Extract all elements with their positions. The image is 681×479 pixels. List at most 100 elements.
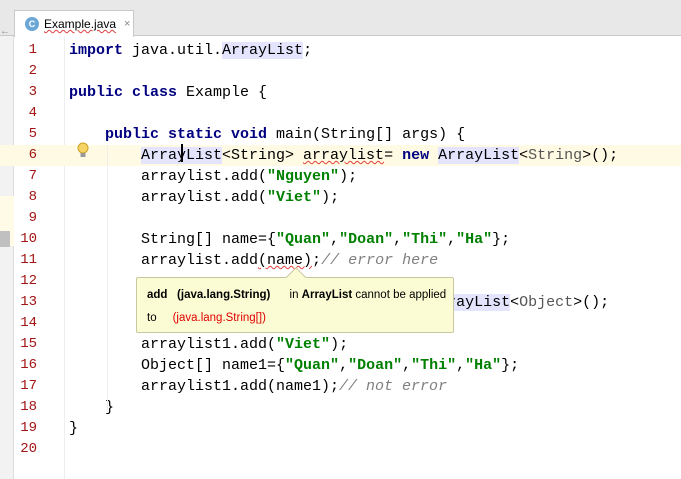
code-token: ); <box>321 189 340 206</box>
line-number: 7 <box>28 168 37 184</box>
line-number: 11 <box>20 252 37 268</box>
tooltip-message: cannot be applied <box>355 289 447 301</box>
code-token: "Quan" <box>276 231 331 248</box>
code-token: "Quan" <box>285 357 340 374</box>
close-tab-icon[interactable]: × <box>124 18 130 30</box>
code-token: arraylist <box>303 147 385 164</box>
code-token: >(); <box>582 147 619 164</box>
code-token: main(String[] args) { <box>267 126 466 143</box>
indent-guide <box>107 145 108 410</box>
code-text: ArrayList<String> arraylist= new ArrayLi… <box>69 145 618 166</box>
code-line[interactable]: 11 arraylist.add(name);// error here <box>0 250 681 271</box>
code-line[interactable]: 16 Object[] name1={"Quan","Doan","Thi","… <box>0 355 681 376</box>
code-text: public static void main(String[] args) { <box>69 124 465 145</box>
line-number: 13 <box>20 294 37 310</box>
code-token: "Ha" <box>456 231 493 248</box>
java-class-icon: C <box>25 17 39 31</box>
code-token: ArrayList <box>222 42 304 59</box>
code-token: "Ha" <box>465 357 502 374</box>
code-token: , <box>402 357 412 374</box>
code-token: , <box>330 231 340 248</box>
code-token: "Viet" <box>276 336 331 353</box>
code-line[interactable]: 10 String[] name={"Quan","Doan","Thi","H… <box>0 229 681 250</box>
code-token: < <box>510 294 520 311</box>
code-line[interactable]: 20 <box>0 439 681 460</box>
line-number: 5 <box>28 126 37 142</box>
line-number: 1 <box>28 42 37 58</box>
code-token: <String> <box>222 147 304 164</box>
code-token: // error here <box>321 252 439 269</box>
text-caret <box>181 144 183 162</box>
code-token: }; <box>501 357 520 374</box>
code-line[interactable]: 6 ArrayList<String> arraylist= new Array… <box>0 145 681 166</box>
code-text: } <box>69 418 78 439</box>
code-token: }; <box>492 231 511 248</box>
code-token: "Thi" <box>411 357 457 374</box>
code-token: String <box>528 147 583 164</box>
tab-title: Example.java <box>44 17 117 31</box>
code-token: ArrayList <box>438 147 520 164</box>
code-line[interactable]: 3 public class Example { <box>0 82 681 103</box>
code-line[interactable]: 4 <box>0 103 681 124</box>
code-text: public class Example { <box>69 82 267 103</box>
code-line[interactable]: 8 arraylist.add("Viet"); <box>0 187 681 208</box>
code-token: } <box>69 420 79 437</box>
tooltip-in: in <box>289 289 299 301</box>
code-line[interactable]: 18 } <box>0 397 681 418</box>
code-line[interactable]: 5 public static void main(String[] args)… <box>0 124 681 145</box>
line-number: 17 <box>20 378 37 394</box>
code-token: = <box>384 147 403 164</box>
code-token: arraylist1.add(name1); <box>69 378 340 395</box>
code-line[interactable]: 1 import java.util.ArrayList; <box>0 40 681 61</box>
code-token: arraylist.add( <box>69 168 268 185</box>
line-number: 19 <box>20 420 37 436</box>
code-text: arraylist1.add("Viet"); <box>69 334 348 355</box>
code-token: java.util. <box>123 42 223 59</box>
line-number: 3 <box>28 84 37 100</box>
line-number: 2 <box>28 63 37 79</box>
code-line[interactable]: 7 arraylist.add("Nguyen"); <box>0 166 681 187</box>
line-number: 4 <box>28 105 37 121</box>
code-token: Object[] name1={ <box>69 357 286 374</box>
code-line[interactable]: 15 arraylist1.add("Viet"); <box>0 334 681 355</box>
code-token: Example { <box>177 84 268 101</box>
line-number: 15 <box>20 336 37 352</box>
code-line[interactable]: 2 <box>0 61 681 82</box>
line-number: 8 <box>28 189 37 205</box>
line-number: 9 <box>28 210 37 226</box>
code-text: arraylist.add("Nguyen"); <box>69 166 357 187</box>
code-token: // not error <box>339 378 448 395</box>
editor-tab-bar: ← C Example.java × <box>0 10 681 37</box>
code-token: >(); <box>573 294 610 311</box>
tab-example-java[interactable]: C Example.java × <box>14 10 134 37</box>
line-number: 6 <box>28 147 37 163</box>
code-text: Object[] name1={"Quan","Doan","Thi","Ha"… <box>69 355 519 376</box>
code-token: String[] name={ <box>69 231 277 248</box>
code-token: "Doan" <box>348 357 403 374</box>
error-tooltip: add (java.lang.String) in ArrayList cann… <box>136 267 454 333</box>
code-line[interactable]: 17 arraylist1.add(name1);// not error <box>0 376 681 397</box>
code-line[interactable]: 9 <box>0 208 681 229</box>
code-token: "Nguyen" <box>267 168 340 185</box>
code-text: arraylist1.add(name1);// not error <box>69 376 447 397</box>
code-text: String[] name={"Quan","Doan","Thi","Ha"}… <box>69 229 510 250</box>
code-token: "Doan" <box>339 231 394 248</box>
code-token: public static void <box>105 126 268 143</box>
tooltip-param: (java.lang.String) <box>177 289 271 301</box>
code-token: arraylist1.add( <box>69 336 277 353</box>
code-token: ); <box>339 168 358 185</box>
line-number: 10 <box>20 231 37 247</box>
code-text: arraylist.add("Viet"); <box>69 187 339 208</box>
code-token: public class <box>69 84 178 101</box>
line-number: 20 <box>20 441 37 457</box>
code-text: import java.util.ArrayList; <box>69 40 312 61</box>
code-token: , <box>447 231 457 248</box>
code-token: arraylist.add( <box>69 189 268 206</box>
code-token: , <box>456 357 466 374</box>
tooltip-to: to <box>147 312 157 324</box>
tooltip-class: ArrayList <box>301 289 353 301</box>
code-token: , <box>393 231 403 248</box>
lightbulb-icon[interactable] <box>77 142 89 158</box>
code-line[interactable]: 19} <box>0 418 681 439</box>
